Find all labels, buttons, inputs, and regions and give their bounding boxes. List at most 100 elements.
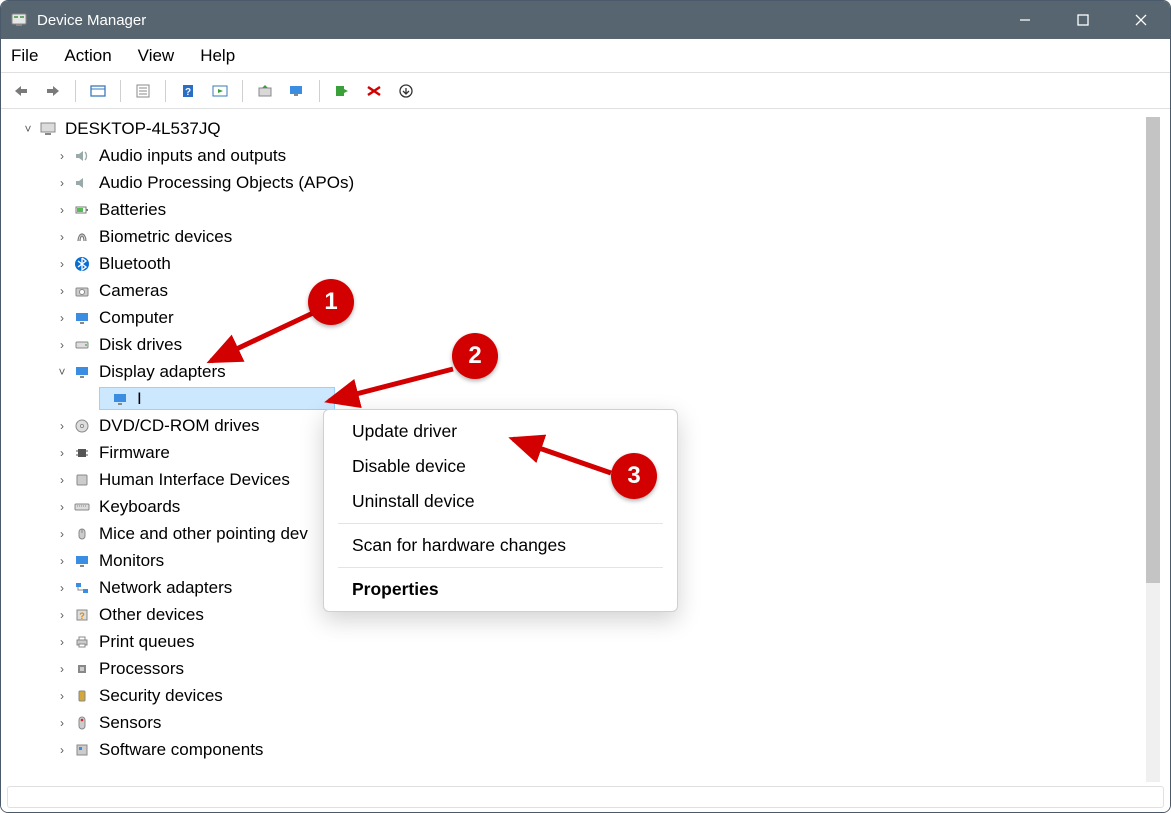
enable-button[interactable] <box>328 77 356 105</box>
tree-item-apo[interactable]: › Audio Processing Objects (APOs) <box>9 169 1144 196</box>
tree-label: Software components <box>99 740 263 760</box>
chevron-right-icon[interactable]: › <box>53 284 71 298</box>
sensor-icon <box>71 715 93 731</box>
disk-icon <box>71 337 93 353</box>
vertical-scrollbar[interactable] <box>1146 117 1160 782</box>
tree-item-display-device[interactable]: I <box>9 385 1144 412</box>
tree-item-cameras[interactable]: › Cameras <box>9 277 1144 304</box>
menu-view[interactable]: View <box>138 46 175 66</box>
speaker-icon <box>71 175 93 191</box>
scan-hardware-button[interactable] <box>283 77 311 105</box>
tree-label: I <box>137 389 142 409</box>
chevron-right-icon[interactable]: › <box>53 149 71 163</box>
chevron-right-icon[interactable]: › <box>53 716 71 730</box>
chevron-right-icon[interactable]: › <box>53 527 71 541</box>
chevron-right-icon[interactable]: › <box>53 311 71 325</box>
chevron-right-icon[interactable]: › <box>53 608 71 622</box>
action-button[interactable] <box>206 77 234 105</box>
menu-action[interactable]: Action <box>64 46 111 66</box>
tree-label: Biometric devices <box>99 227 232 247</box>
fingerprint-icon <box>71 229 93 245</box>
tree-item-security[interactable]: › Security devices <box>9 682 1144 709</box>
monitor-icon <box>71 364 93 380</box>
tree-label: Other devices <box>99 605 204 625</box>
context-properties[interactable]: Properties <box>324 572 677 607</box>
tree-label: Security devices <box>99 686 223 706</box>
chevron-right-icon[interactable]: › <box>53 446 71 460</box>
tree-item-sensors[interactable]: ›Sensors <box>9 709 1144 736</box>
tree-label: Cameras <box>99 281 168 301</box>
menu-file[interactable]: File <box>11 46 38 66</box>
chevron-right-icon[interactable]: › <box>53 257 71 271</box>
chevron-right-icon[interactable]: › <box>53 230 71 244</box>
chevron-right-icon[interactable]: › <box>53 419 71 433</box>
tree-item-audio-io[interactable]: ›Audio inputs and outputs <box>9 142 1144 169</box>
minimize-button[interactable] <box>996 1 1054 39</box>
close-button[interactable] <box>1112 1 1170 39</box>
tree-item-batteries[interactable]: ›Batteries <box>9 196 1144 223</box>
window-title: Device Manager <box>37 12 996 29</box>
tree-item-disk[interactable]: › Disk drives <box>9 331 1144 358</box>
chevron-right-icon[interactable]: › <box>53 203 71 217</box>
update-driver-button[interactable] <box>251 77 279 105</box>
tree-item-display-adapters[interactable]: ˅Display adapters <box>9 358 1144 385</box>
tree-item-print[interactable]: › Print queues <box>9 628 1144 655</box>
help-button[interactable]: ? <box>174 77 202 105</box>
tree-item-bluetooth[interactable]: ›Bluetooth <box>9 250 1144 277</box>
computer-icon <box>37 121 59 137</box>
window-controls <box>996 1 1170 39</box>
tree-label: Processors <box>99 659 184 679</box>
chevron-right-icon[interactable]: › <box>53 743 71 757</box>
mouse-icon <box>71 526 93 542</box>
tree-label: Keyboards <box>99 497 180 517</box>
forward-button[interactable] <box>39 77 67 105</box>
context-scan-hardware[interactable]: Scan for hardware changes <box>324 528 677 563</box>
chevron-down-icon[interactable]: ˅ <box>53 365 71 379</box>
show-hidden-button[interactable] <box>84 77 112 105</box>
keyboard-icon <box>71 499 93 515</box>
tree-item-software[interactable]: › Software components <box>9 736 1144 763</box>
printer-icon <box>71 634 93 650</box>
chevron-right-icon[interactable]: › <box>53 689 71 703</box>
chevron-right-icon[interactable]: › <box>53 500 71 514</box>
tree-label: Human Interface Devices <box>99 470 290 490</box>
maximize-button[interactable] <box>1054 1 1112 39</box>
chevron-right-icon[interactable]: › <box>53 662 71 676</box>
annotation-badge-3: 3 <box>611 453 657 499</box>
annotation-badge-2: 2 <box>452 333 498 379</box>
back-button[interactable] <box>7 77 35 105</box>
chevron-down-icon[interactable]: ˅ <box>19 122 37 136</box>
tree-item-biometric[interactable]: › Biometric devices <box>9 223 1144 250</box>
tree-item-processors[interactable]: › Processors <box>9 655 1144 682</box>
context-menu: Update driver Disable device Uninstall d… <box>323 409 678 612</box>
tree-root[interactable]: ˅ DESKTOP-4L537JQ <box>9 115 1144 142</box>
tree-item-computer[interactable]: ›Computer <box>9 304 1144 331</box>
context-update-driver[interactable]: Update driver <box>324 414 677 449</box>
chevron-right-icon[interactable]: › <box>53 473 71 487</box>
tree-label: Audio Processing Objects (APOs) <box>99 173 354 193</box>
monitor-icon <box>109 391 131 407</box>
statusbar <box>7 786 1164 808</box>
component-icon <box>71 742 93 758</box>
chevron-right-icon[interactable]: › <box>53 338 71 352</box>
bluetooth-icon <box>71 256 93 272</box>
svg-text:?: ? <box>79 611 85 621</box>
context-separator <box>338 523 663 524</box>
cpu-icon <box>71 661 93 677</box>
menu-help[interactable]: Help <box>200 46 235 66</box>
svg-text:?: ? <box>185 87 191 98</box>
disable-button[interactable] <box>360 77 388 105</box>
tree-label: Mice and other pointing dev <box>99 524 308 544</box>
chevron-right-icon[interactable]: › <box>53 176 71 190</box>
battery-icon <box>71 202 93 218</box>
chevron-right-icon[interactable]: › <box>53 554 71 568</box>
uninstall-button[interactable] <box>392 77 420 105</box>
scrollbar-thumb[interactable] <box>1146 117 1160 583</box>
chevron-right-icon[interactable]: › <box>53 635 71 649</box>
chevron-right-icon[interactable]: › <box>53 581 71 595</box>
titlebar: Device Manager <box>1 1 1170 39</box>
toolbar: ? <box>1 73 1170 109</box>
tree-label: Print queues <box>99 632 194 652</box>
properties-button[interactable] <box>129 77 157 105</box>
tree-label: Disk drives <box>99 335 182 355</box>
